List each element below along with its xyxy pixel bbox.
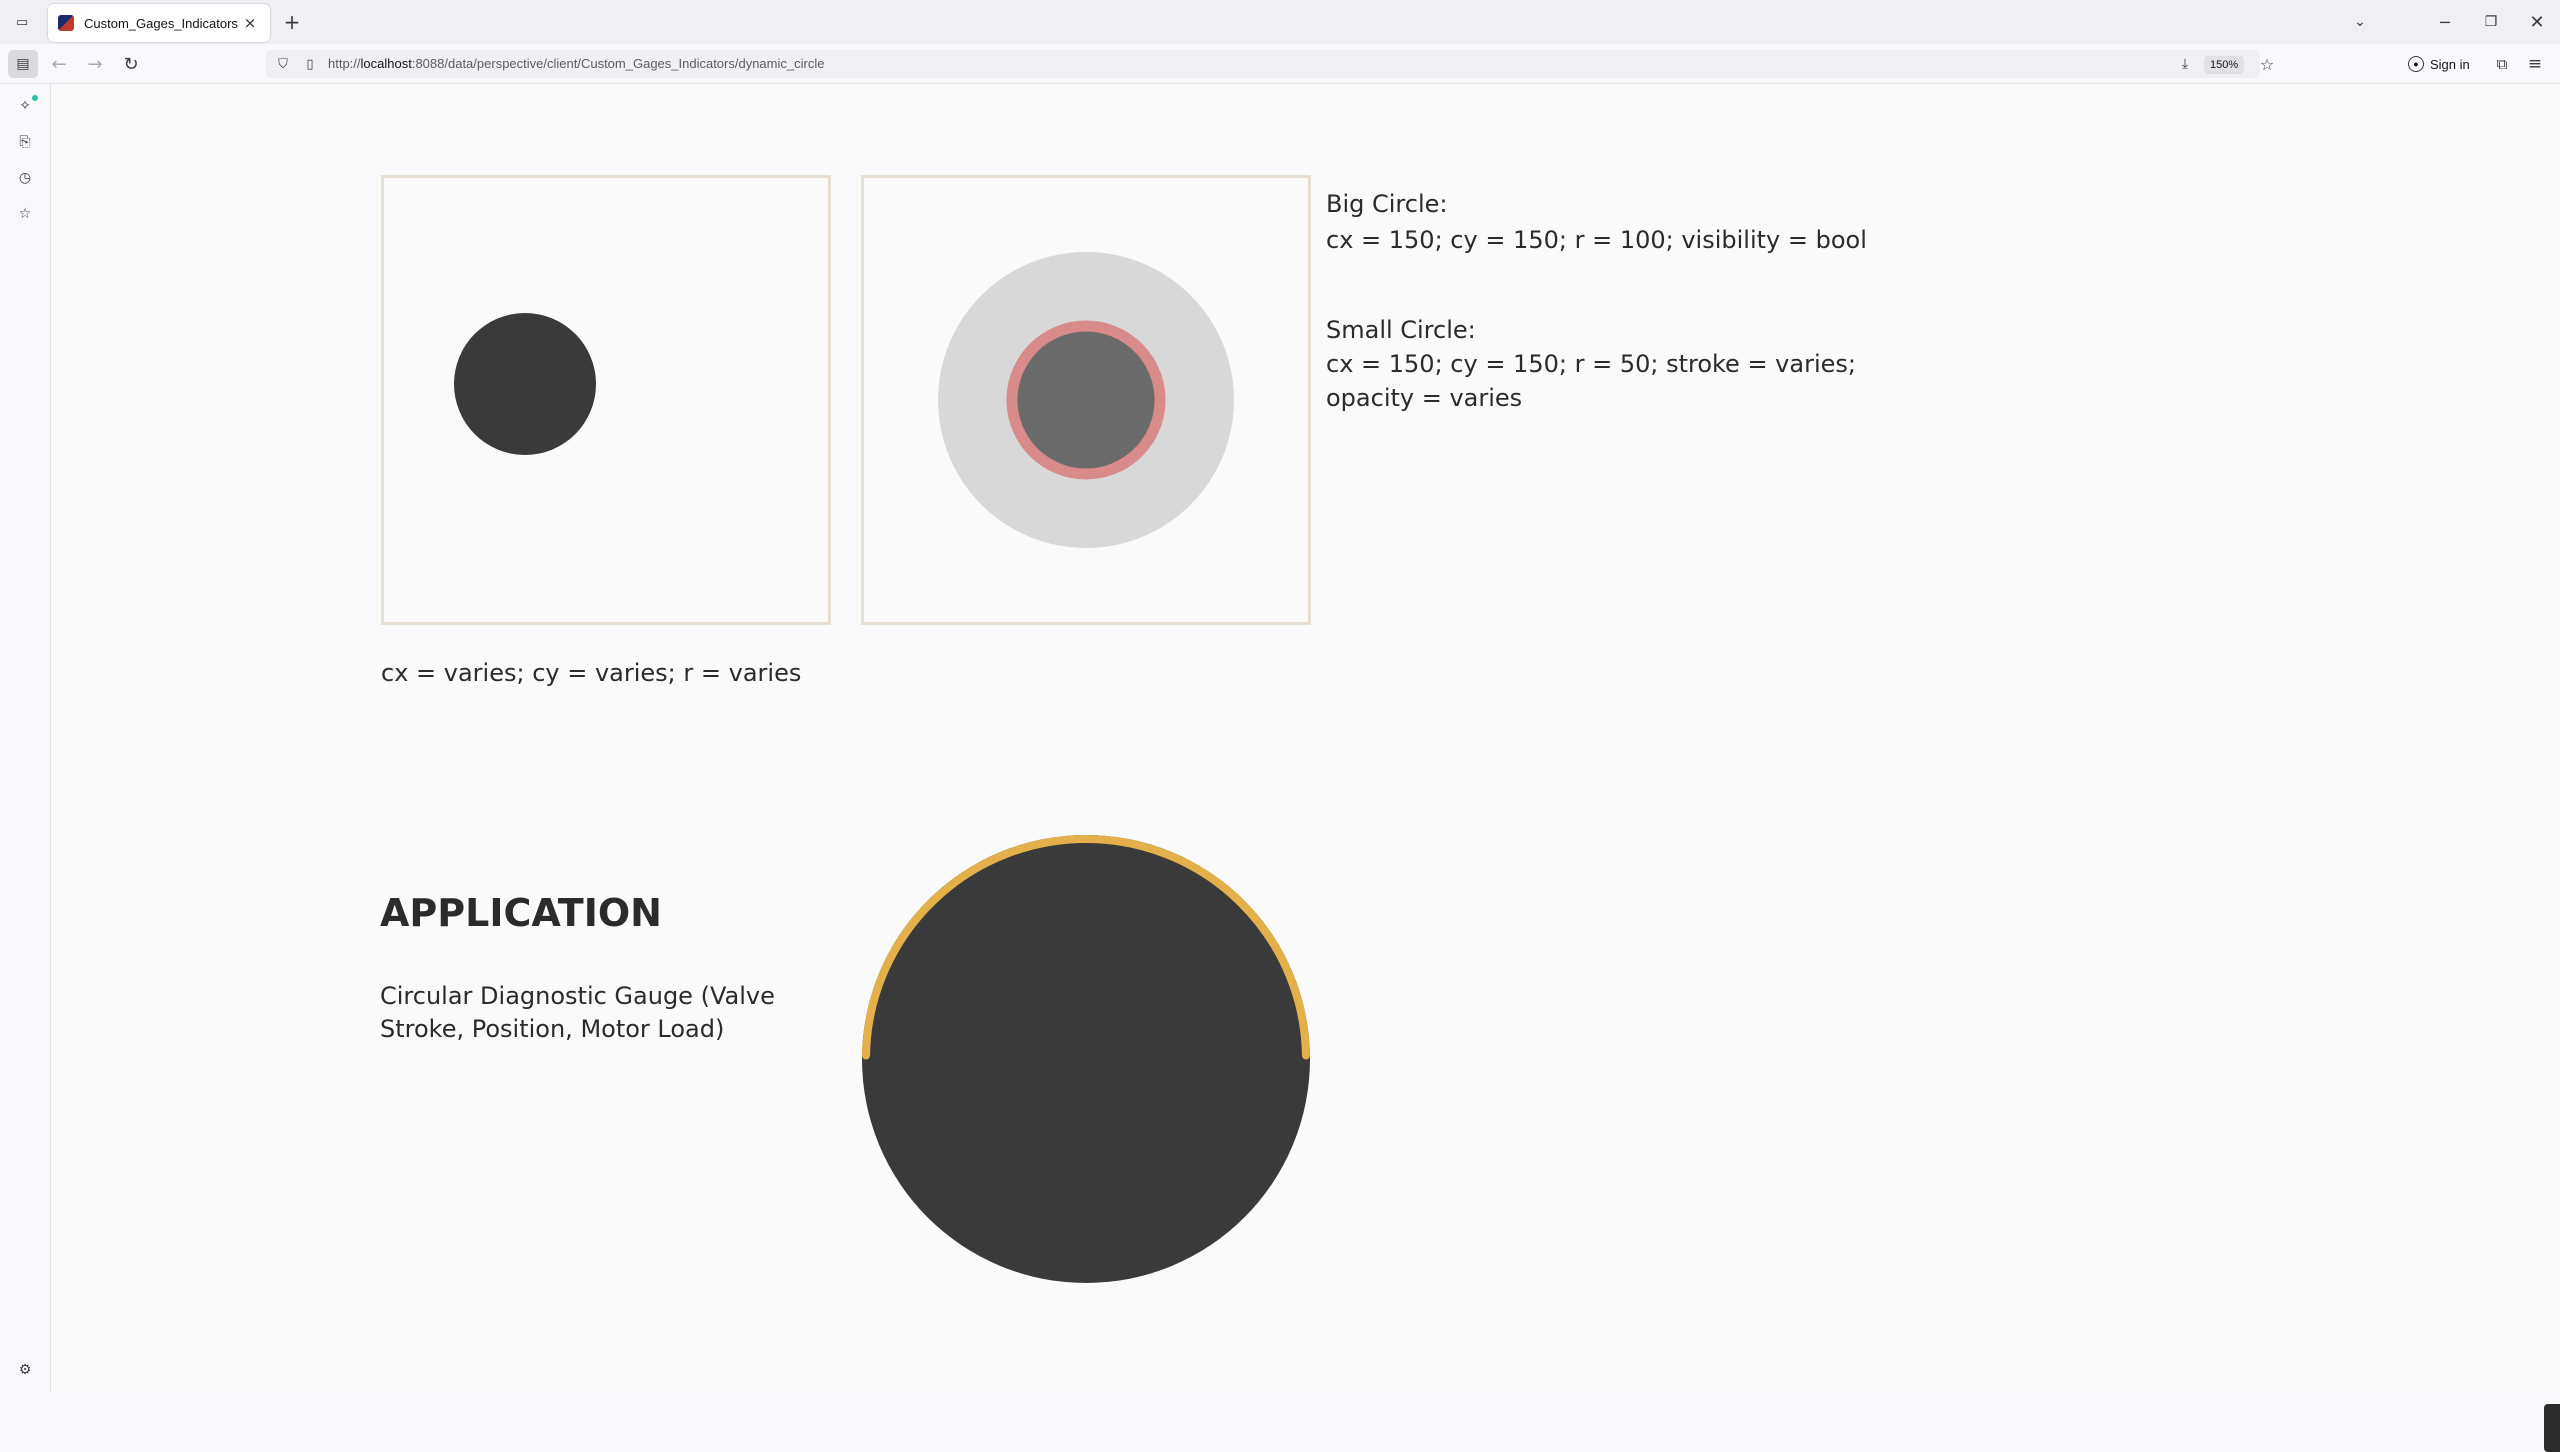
zoom-level-badge[interactable]: 150% [2204, 56, 2245, 74]
dynamic-dark-circle [454, 313, 596, 455]
shield-icon[interactable]: ⛉ [274, 55, 292, 73]
navigation-bar: ▤ ← → ↻ ⛉ ▯ http://localhost:8088/data/p… [0, 44, 2560, 84]
synced-tabs-icon[interactable]: ⎘ [13, 130, 37, 154]
small-circle-props-line1: cx = 150; cy = 150; r = 50; stroke = var… [1326, 350, 1856, 378]
page-info-icon[interactable]: ▯ [302, 55, 318, 73]
new-tab-button[interactable]: + [280, 10, 304, 34]
url-host: localhost [360, 56, 412, 71]
favicon-icon [58, 15, 74, 31]
account-icon: ● [2408, 56, 2424, 72]
application-heading: APPLICATION [380, 891, 662, 935]
reload-icon[interactable]: ↻ [118, 52, 144, 76]
sign-in-label: Sign in [2430, 56, 2470, 72]
tab-bar: ▭ Custom_Gages_Indicators × + ⌄ ─ ❐ ✕ [0, 0, 2560, 44]
browser-sidebar: ✧ ⎘ ◷ ☆ ⚙ [0, 84, 51, 1392]
tab-title: Custom_Gages_Indicators [84, 15, 238, 31]
back-arrow-icon[interactable]: ← [46, 52, 72, 76]
frame-border [381, 175, 831, 625]
scroll-to-top-button[interactable]: ⌃ [2544, 1404, 2560, 1452]
save-page-icon[interactable]: ⤓ [2174, 54, 2196, 74]
sign-in-button[interactable]: ● Sign in [2408, 52, 2470, 76]
chevron-down-icon[interactable]: ⌄ [2348, 12, 2372, 32]
small-circle-props-line2: opacity = varies [1326, 384, 1523, 412]
tab-close-icon[interactable]: × [240, 14, 260, 32]
small-circle [1006, 320, 1166, 480]
history-icon[interactable]: ◷ [13, 166, 37, 190]
big-small-circle-frame [861, 175, 1311, 625]
close-window-icon[interactable]: ✕ [2522, 10, 2552, 34]
extensions-icon[interactable]: ⧉ [2490, 54, 2514, 74]
circular-diagnostic-gauge [862, 834, 1310, 1283]
application-description: Circular Diagnostic Gauge (Valve Stroke,… [380, 982, 775, 1043]
bookmarks-icon[interactable]: ☆ [13, 202, 37, 226]
big-circle-title: Big Circle: [1326, 190, 1448, 218]
notification-dot [32, 95, 38, 101]
url-path: :8088/data/perspective/client/Custom_Gag… [411, 56, 825, 71]
dynamic-circle-frame [381, 175, 831, 625]
small-circle-title: Small Circle: [1326, 316, 1476, 344]
tab-custom-gages-indicators[interactable]: Custom_Gages_Indicators × [48, 4, 270, 42]
sidebar-toggle-icon[interactable]: ▤ [8, 50, 38, 78]
restore-window-icon[interactable]: ❐ [2476, 10, 2506, 34]
hamburger-menu-icon[interactable]: ≡ [2522, 54, 2548, 74]
forward-arrow-icon[interactable]: → [82, 52, 108, 76]
minimize-window-icon[interactable]: ─ [2430, 10, 2460, 34]
dynamic-circle-caption: cx = varies; cy = varies; r = varies [381, 659, 802, 687]
perspective-page: Big Circle: cx = 150; cy = 150; r = 100;… [52, 84, 2560, 1452]
big-circle-props: cx = 150; cy = 150; r = 100; visibility … [1326, 226, 1867, 254]
url-prefix: http:// [328, 56, 361, 71]
bookmark-star-icon[interactable]: ☆ [2256, 54, 2278, 74]
sidebar-settings-icon[interactable]: ⚙ [13, 1358, 37, 1382]
url-text[interactable]: http://localhost:8088/data/perspective/c… [328, 56, 824, 71]
tab-list-icon[interactable]: ▭ [12, 12, 32, 32]
